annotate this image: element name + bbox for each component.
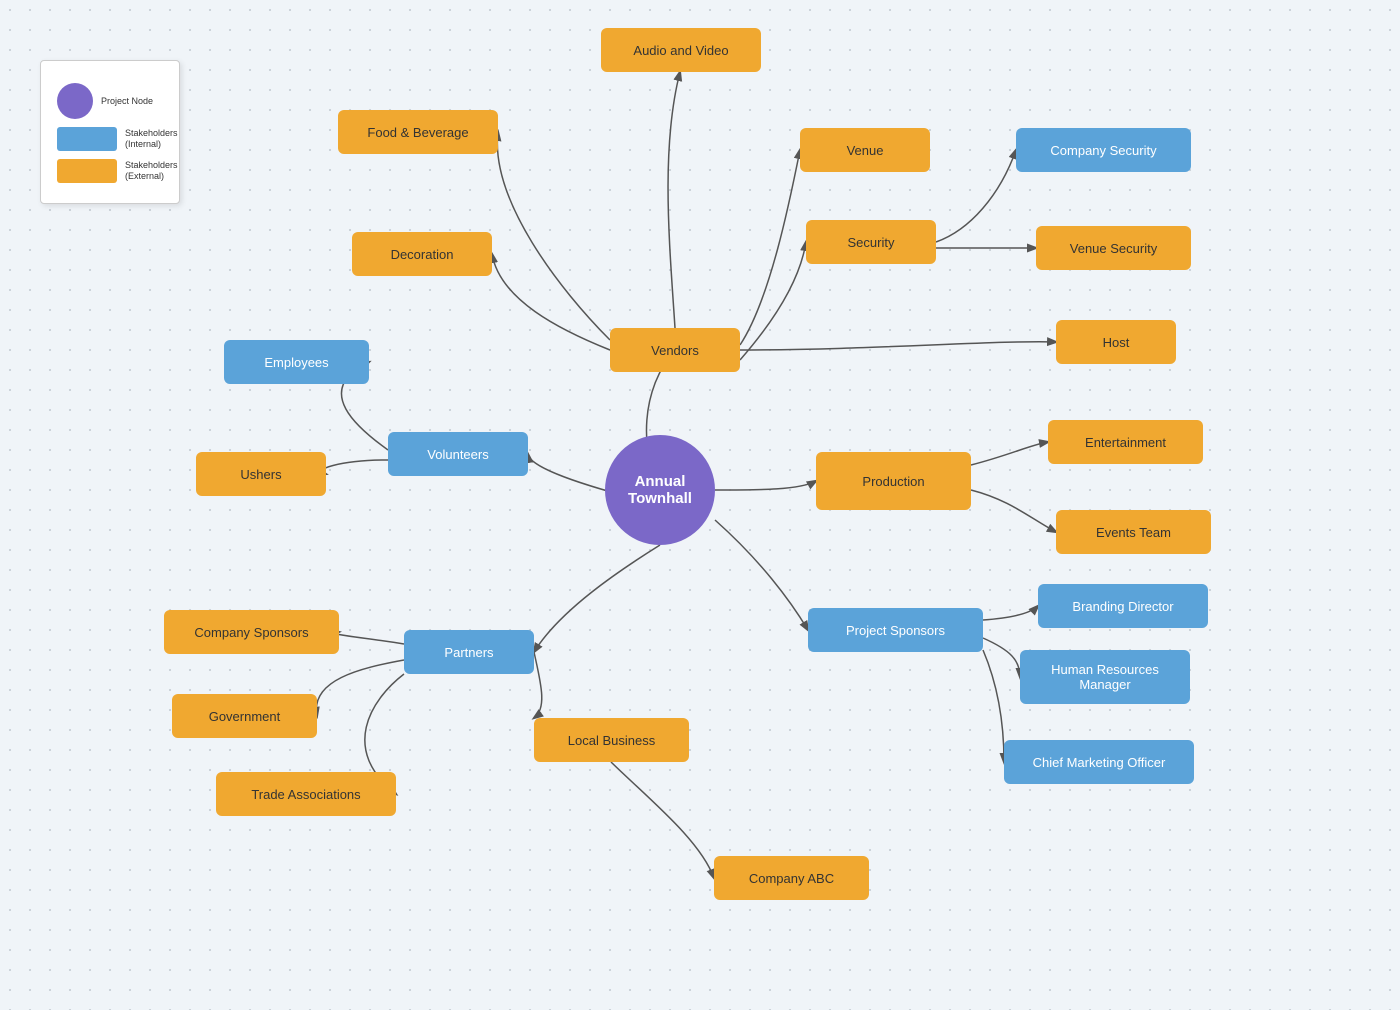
legend-circle-label: Project Node: [101, 96, 153, 107]
hr-manager-node: Human ResourcesManager: [1020, 650, 1190, 704]
legend-blue-icon: [57, 127, 117, 151]
host-node: Host: [1056, 320, 1176, 364]
company-sponsors-left-node: Company Sponsors: [164, 610, 339, 654]
cmo-node: Chief Marketing Officer: [1004, 740, 1194, 784]
security-node: Security: [806, 220, 936, 264]
production-node: Production: [816, 452, 971, 510]
entertainment-node: Entertainment: [1048, 420, 1203, 464]
legend-circle-icon: [57, 83, 93, 119]
legend-blue-label: Stakeholders (Internal): [125, 128, 178, 150]
government-node: Government: [172, 694, 317, 738]
ushers-node: Ushers: [196, 452, 326, 496]
legend: Project Node Stakeholders (Internal) Sta…: [40, 60, 180, 204]
branding-director-node: Branding Director: [1038, 584, 1208, 628]
volunteers-node: Volunteers: [388, 432, 528, 476]
trade-associations-node: Trade Associations: [216, 772, 396, 816]
venue-security-node: Venue Security: [1036, 226, 1191, 270]
company-abc-node: Company ABC: [714, 856, 869, 900]
decoration-node: Decoration: [352, 232, 492, 276]
audio-video-node: Audio and Video: [601, 28, 761, 72]
employees-node: Employees: [224, 340, 369, 384]
vendors-node: Vendors: [610, 328, 740, 372]
project-sponsors-node: Project Sponsors: [808, 608, 983, 652]
local-business-node: Local Business: [534, 718, 689, 762]
legend-orange-label: Stakeholders (External): [125, 160, 178, 182]
partners-node: Partners: [404, 630, 534, 674]
legend-orange-icon: [57, 159, 117, 183]
events-team-node: Events Team: [1056, 510, 1211, 554]
company-security-node: Company Security: [1016, 128, 1191, 172]
food-beverage-node: Food & Beverage: [338, 110, 498, 154]
venue-node: Venue: [800, 128, 930, 172]
center-node: AnnualTownhall: [605, 435, 715, 545]
